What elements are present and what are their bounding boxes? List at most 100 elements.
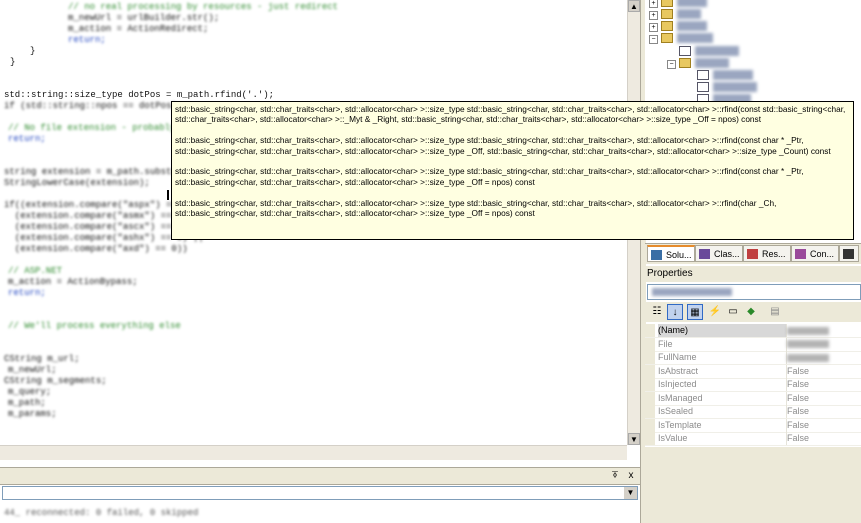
resource-view-icon (747, 249, 758, 259)
properties-icon[interactable]: ▦ (687, 304, 703, 320)
property-row[interactable]: IsSealed False (645, 405, 861, 419)
property-value[interactable] (787, 351, 861, 364)
property-name: IsTemplate (658, 418, 787, 432)
property-name: IsSealed (658, 405, 787, 418)
overrides-icon[interactable]: ▤ (767, 304, 783, 320)
code-line: m_newUrl = urlBuilder.str(); (68, 13, 220, 23)
row-margin (645, 405, 655, 418)
tab-label: Solu... (666, 250, 692, 260)
property-name: IsAbstract (658, 364, 787, 378)
property-row[interactable]: IsInjected False (645, 378, 861, 392)
scroll-down-arrow-icon[interactable]: ▼ (628, 433, 640, 445)
code-line: m_newUrl; (8, 365, 57, 375)
code-line: // no real processing by resources - jus… (68, 2, 339, 12)
contents-icon (795, 249, 806, 259)
overload-signature: std::basic_string<char, std::char_traits… (175, 197, 777, 219)
code-line: m_action = ActionRedirect; (68, 24, 209, 34)
folder-icon (661, 21, 673, 31)
properties-toolbar: ☷ ↓ ▦ ⚡ ▭ ◆ ▤ (645, 302, 861, 322)
code-line: // No file extension - probably a (8, 123, 187, 133)
overload-signature: std::basic_string<char, std::char_traits… (175, 104, 846, 125)
code-line: m_path; (8, 398, 46, 408)
tab-index[interactable]: In (839, 245, 859, 262)
project-icon (661, 33, 673, 43)
property-pages-icon[interactable]: ▭ (725, 304, 741, 320)
properties-title: Properties (645, 266, 861, 282)
property-name: IsManaged (658, 391, 787, 405)
row-margin (645, 337, 655, 351)
property-value[interactable]: False (787, 405, 861, 418)
alphabetical-icon[interactable]: ↓ (667, 304, 683, 320)
file-icon (697, 70, 709, 80)
property-description-area (645, 447, 861, 523)
code-line: } (30, 46, 36, 56)
property-row[interactable]: File (645, 337, 861, 352)
output-source-dropdown[interactable]: ▼ (2, 486, 638, 500)
property-value[interactable]: False (787, 432, 861, 445)
code-line: std::string::size_type dotPos = m_path.r… (4, 90, 275, 100)
property-name: FullName (658, 351, 787, 364)
output-text: 44_ reconnected: 0 failed, 0 skipped (4, 508, 199, 518)
close-icon[interactable]: x (624, 469, 638, 483)
code-line: CString m_segments; (4, 376, 107, 386)
property-value[interactable]: False (787, 392, 861, 405)
categorized-icon[interactable]: ☷ (649, 304, 665, 320)
property-row[interactable]: IsAbstract False (645, 364, 861, 379)
property-name: File (658, 337, 787, 351)
code-line: // We'll process everything else (8, 321, 181, 331)
editor-horizontal-scrollbar[interactable] (0, 445, 627, 460)
text-caret (167, 190, 169, 200)
tab-label: Res... (762, 249, 786, 259)
messages-icon[interactable]: ◆ (743, 304, 759, 320)
overload-signature: std::basic_string<char, std::char_traits… (175, 135, 831, 156)
code-line: // ASP.NET (8, 266, 63, 276)
scroll-up-arrow-icon[interactable]: ▲ (628, 0, 640, 12)
index-icon (843, 249, 854, 259)
tab-label: In (858, 249, 859, 259)
tab-class-view[interactable]: Clas... (695, 245, 743, 262)
property-row[interactable]: FullName (645, 351, 861, 365)
tab-label: Clas... (714, 249, 740, 259)
events-icon[interactable]: ⚡ (707, 304, 723, 320)
property-value[interactable] (787, 338, 861, 351)
row-margin (645, 391, 655, 405)
property-row[interactable]: (Name) (645, 324, 861, 338)
code-line: StringLowerCase(extension); (4, 178, 150, 188)
code-line: if (std::string::npos == dotPos) (4, 101, 177, 111)
property-value[interactable] (787, 324, 861, 337)
tab-resource-view[interactable]: Res... (743, 245, 791, 262)
row-margin (645, 351, 655, 364)
property-value[interactable]: False (787, 419, 861, 432)
property-value[interactable]: False (787, 365, 861, 378)
property-name: (Name) (658, 324, 787, 337)
folder-icon (661, 9, 673, 19)
properties-object-selector[interactable] (647, 284, 861, 300)
panel-tab-strip: Solu... Clas... Res... Con... In (645, 243, 861, 264)
row-margin (645, 418, 655, 432)
code-line: return; (68, 35, 106, 45)
code-line: m_action = ActionBypass; (8, 277, 138, 287)
class-view-icon (699, 249, 710, 259)
property-row[interactable]: IsTemplate False (645, 418, 861, 433)
row-margin (645, 378, 655, 391)
property-value[interactable]: False (787, 378, 861, 391)
folder-icon (661, 0, 673, 7)
tab-contents[interactable]: Con... (791, 245, 839, 262)
code-line: (extension.compare("axd") == 0)) (4, 244, 188, 254)
code-line: m_params; (8, 409, 57, 419)
property-row[interactable]: IsManaged False (645, 391, 861, 406)
pin-icon[interactable]: ⍕ (608, 469, 622, 483)
intellisense-tooltip: std::basic_string<char, std::char_traits… (171, 101, 854, 240)
output-pane-header: ⍕ x (0, 467, 640, 485)
solution-explorer-icon (651, 250, 662, 260)
row-margin (645, 432, 655, 445)
row-margin (645, 364, 655, 378)
property-row[interactable]: IsValue False (645, 432, 861, 446)
tab-solution-explorer[interactable]: Solu... (647, 245, 695, 262)
tab-label: Con... (810, 249, 835, 259)
code-line: CString m_url; (4, 354, 80, 364)
overload-signature: std::basic_string<char, std::char_traits… (175, 166, 804, 187)
folder-icon (679, 58, 691, 68)
chevron-down-icon[interactable]: ▼ (624, 487, 637, 499)
property-grid[interactable]: (Name) File FullName IsAbstract False IsInjec… (645, 324, 861, 447)
